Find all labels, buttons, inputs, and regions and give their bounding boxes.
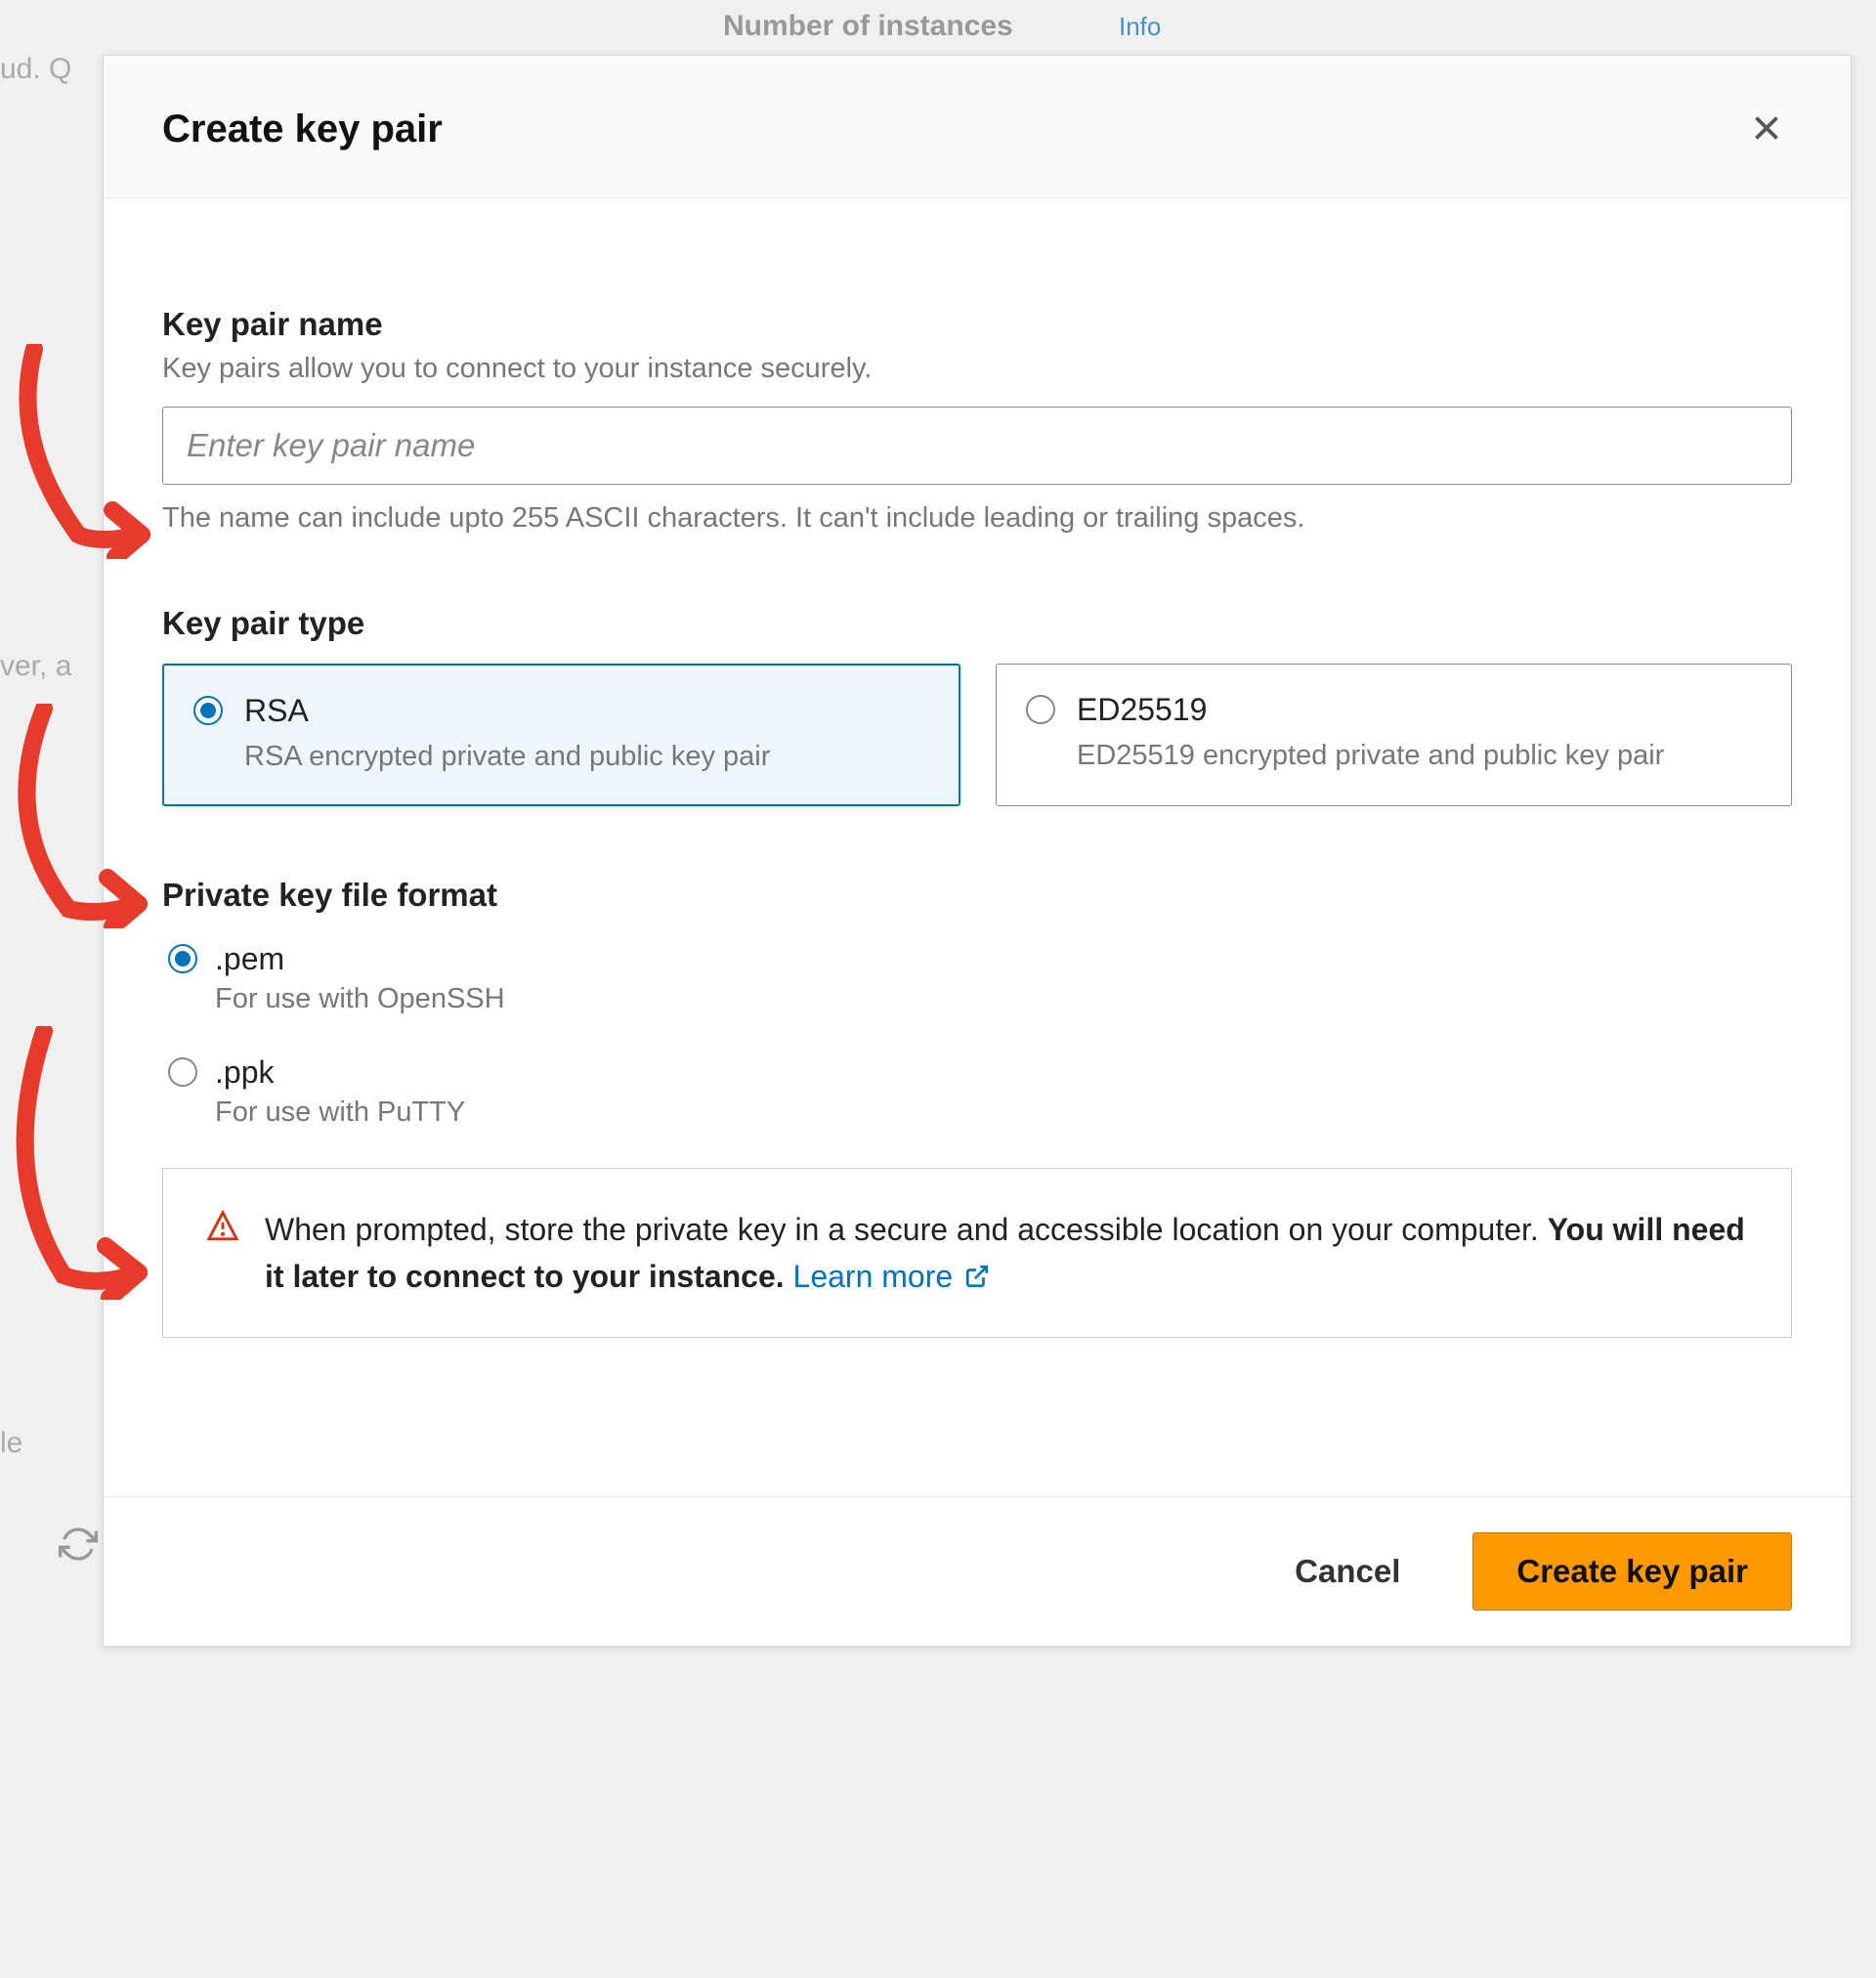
keypair-type-ed25519-card[interactable]: ED25519 ED25519 encrypted private and pu… xyxy=(996,664,1792,806)
keypair-type-ed25519-title: ED25519 xyxy=(1077,692,1762,728)
keypair-type-rsa-title: RSA xyxy=(244,693,929,729)
bg-info-link: Info xyxy=(1119,12,1161,42)
keypair-name-helper: The name can include upto 255 ASCII char… xyxy=(162,502,1792,535)
keypair-type-rsa-card[interactable]: RSA RSA encrypted private and public key… xyxy=(162,664,960,806)
create-keypair-button[interactable]: Create key pair xyxy=(1472,1532,1792,1611)
bg-le-text: le xyxy=(0,1427,22,1460)
keypair-type-rsa-desc: RSA encrypted private and public key pai… xyxy=(244,737,929,777)
modal-body: Key pair name Key pairs allow you to con… xyxy=(104,198,1851,1496)
keypair-name-section: Key pair name Key pairs allow you to con… xyxy=(162,306,1792,535)
keypair-type-options: RSA RSA encrypted private and public key… xyxy=(162,664,1792,806)
file-format-pem-title: .pem xyxy=(215,941,1792,977)
file-format-pem[interactable]: .pem For use with OpenSSH xyxy=(162,941,1792,1015)
keypair-type-ed25519-content: ED25519 ED25519 encrypted private and pu… xyxy=(1077,692,1762,776)
external-link-icon xyxy=(964,1264,990,1289)
close-icon xyxy=(1749,110,1784,146)
file-format-pem-content: .pem For use with OpenSSH xyxy=(215,941,1792,1015)
radio-icon xyxy=(193,696,223,725)
alert-text: When prompted, store the private key in … xyxy=(265,1206,1748,1300)
modal-footer: Cancel Create key pair xyxy=(104,1496,1851,1646)
file-format-ppk-title: .ppk xyxy=(215,1054,1792,1091)
radio-icon xyxy=(168,944,197,973)
keypair-type-label: Key pair type xyxy=(162,605,1792,642)
bg-ver-text: ver, a xyxy=(0,650,71,683)
close-button[interactable] xyxy=(1741,103,1792,156)
file-format-pem-desc: For use with OpenSSH xyxy=(215,983,1792,1015)
create-keypair-modal: Create key pair Key pair name Key pairs … xyxy=(103,55,1852,1647)
file-format-section: Private key file format .pem For use wit… xyxy=(162,877,1792,1338)
cancel-button[interactable]: Cancel xyxy=(1252,1532,1443,1611)
keypair-name-input[interactable] xyxy=(162,407,1792,485)
bg-cloud-text: ud. Q xyxy=(0,53,71,86)
radio-icon xyxy=(1026,695,1055,724)
modal-header: Create key pair xyxy=(104,56,1851,198)
file-format-ppk-content: .ppk For use with PuTTY xyxy=(215,1054,1792,1129)
radio-icon xyxy=(168,1057,197,1087)
learn-more-text: Learn more xyxy=(793,1253,954,1300)
keypair-name-description: Key pairs allow you to connect to your i… xyxy=(162,353,1792,385)
keypair-type-section: Key pair type RSA RSA encrypted private … xyxy=(162,605,1792,806)
file-format-ppk[interactable]: .ppk For use with PuTTY xyxy=(162,1054,1792,1129)
refresh-icon xyxy=(59,1525,98,1564)
alert-text-1: When prompted, store the private key in … xyxy=(265,1212,1548,1247)
keypair-type-ed25519-desc: ED25519 encrypted private and public key… xyxy=(1077,736,1762,776)
keypair-type-rsa-content: RSA RSA encrypted private and public key… xyxy=(244,693,929,777)
file-format-label: Private key file format xyxy=(162,877,1792,914)
file-format-ppk-desc: For use with PuTTY xyxy=(215,1096,1792,1129)
bg-instances-label: Number of instances xyxy=(723,10,1013,43)
alert-box: When prompted, store the private key in … xyxy=(162,1168,1792,1338)
keypair-name-label: Key pair name xyxy=(162,306,1792,343)
learn-more-link[interactable]: Learn more xyxy=(793,1253,991,1300)
warning-icon xyxy=(206,1210,239,1248)
modal-title: Create key pair xyxy=(162,108,443,151)
